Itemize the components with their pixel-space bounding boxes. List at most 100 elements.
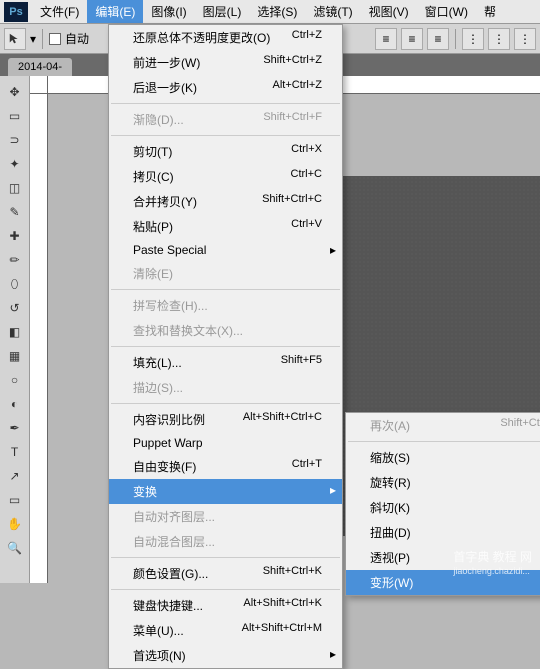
menu-item-shortcut: Alt+Ctrl+Z bbox=[272, 79, 322, 96]
menu-edit[interactable]: 编辑(E) bbox=[87, 0, 143, 23]
distribute-2-button[interactable]: ⋮ bbox=[488, 28, 510, 50]
wand-tool[interactable]: ✦ bbox=[4, 153, 26, 175]
edit-menu-item-1[interactable]: 前进一步(W) Shift+Ctrl+Z bbox=[109, 50, 342, 75]
brush-tool[interactable]: ✏ bbox=[4, 249, 26, 271]
edit-menu-item-22[interactable]: 变换▸ bbox=[109, 479, 342, 504]
move-tool[interactable]: ✥ bbox=[4, 81, 26, 103]
eyedropper-tool[interactable]: ✎ bbox=[4, 201, 26, 223]
edit-menu-item-23: 自动对齐图层... bbox=[109, 504, 342, 529]
crop-tool[interactable]: ◫ bbox=[4, 177, 26, 199]
menu-item-label: Paste Special bbox=[133, 243, 206, 257]
tools-panel: ✥ ▭ ⊃ ✦ ◫ ✎ ✚ ✏ ⬯ ↺ ◧ ▦ ○ ◐ ✒ T ↗ ▭ ✋ 🔍 bbox=[0, 76, 30, 583]
menu-item-label: 透视(P) bbox=[370, 549, 410, 566]
edit-menu-item-8[interactable]: 合并拷贝(Y)Shift+Ctrl+C bbox=[109, 189, 342, 214]
menu-item-label: 渐隐(D)... bbox=[133, 111, 184, 128]
type-tool[interactable]: T bbox=[4, 441, 26, 463]
menu-item-shortcut: Shift+F5 bbox=[281, 354, 322, 371]
edit-menu-item-13: 拼写检查(H)... bbox=[109, 293, 342, 318]
edit-menu-item-20[interactable]: Puppet Warp bbox=[109, 432, 342, 454]
menu-help[interactable]: 帮 bbox=[476, 0, 504, 23]
menu-item-shortcut: Shift+Ctrl+T bbox=[500, 417, 540, 434]
edit-menu-separator bbox=[111, 135, 340, 136]
move-tool-indicator[interactable] bbox=[4, 28, 26, 50]
menu-item-label: 剪切(T) bbox=[133, 143, 172, 160]
menu-item-label: 键盘快捷键... bbox=[133, 597, 203, 614]
history-brush-tool[interactable]: ↺ bbox=[4, 297, 26, 319]
menu-item-shortcut: Alt+Shift+Ctrl+C bbox=[243, 411, 322, 428]
transform-menu-item-2[interactable]: 缩放(S) bbox=[346, 445, 540, 470]
healing-tool[interactable]: ✚ bbox=[4, 225, 26, 247]
hand-tool[interactable]: ✋ bbox=[4, 513, 26, 535]
edit-menu-item-2[interactable]: 后退一步(K)Alt+Ctrl+Z bbox=[109, 75, 342, 100]
edit-menu-item-0[interactable]: 还原总体不透明度更改(O) Ctrl+Z bbox=[109, 25, 342, 50]
menu-item-label: 内容识别比例 bbox=[133, 411, 205, 428]
menu-item-label: 颜色设置(G)... bbox=[133, 565, 208, 582]
transform-menu-item-5[interactable]: 扭曲(D) bbox=[346, 520, 540, 545]
menu-item-shortcut: Alt+Shift+Ctrl+M bbox=[242, 622, 322, 639]
menu-item-label: 粘贴(P) bbox=[133, 218, 173, 235]
shape-tool[interactable]: ▭ bbox=[4, 489, 26, 511]
edit-menu-item-30[interactable]: 首选项(N)▸ bbox=[109, 643, 342, 668]
edit-menu-item-26[interactable]: 颜色设置(G)...Shift+Ctrl+K bbox=[109, 561, 342, 586]
menu-item-label: 自由变换(F) bbox=[133, 458, 196, 475]
menu-select[interactable]: 选择(S) bbox=[249, 0, 305, 23]
menu-item-shortcut: Ctrl+Z bbox=[292, 29, 322, 46]
menu-item-label: 前进一步(W) bbox=[133, 54, 200, 71]
menu-layer[interactable]: 图层(L) bbox=[195, 0, 250, 23]
edit-menu-item-29[interactable]: 菜单(U)... Alt+Shift+Ctrl+M bbox=[109, 618, 342, 643]
pen-tool[interactable]: ✒ bbox=[4, 417, 26, 439]
menu-item-label: 拷贝(C) bbox=[133, 168, 174, 185]
align-center-button[interactable]: ≡ bbox=[401, 28, 423, 50]
ruler-vertical[interactable] bbox=[30, 94, 48, 583]
blur-tool[interactable]: ○ bbox=[4, 369, 26, 391]
eraser-tool[interactable]: ◧ bbox=[4, 321, 26, 343]
menu-image[interactable]: 图像(I) bbox=[143, 0, 194, 23]
edit-menu-item-21[interactable]: 自由变换(F)Ctrl+T bbox=[109, 454, 342, 479]
gradient-tool[interactable]: ▦ bbox=[4, 345, 26, 367]
edit-menu-separator bbox=[111, 346, 340, 347]
menu-window[interactable]: 窗口(W) bbox=[417, 0, 476, 23]
edit-menu-item-28[interactable]: 键盘快捷键... Alt+Shift+Ctrl+K bbox=[109, 593, 342, 618]
menu-item-shortcut: Ctrl+X bbox=[291, 143, 322, 160]
auto-label: 自动 bbox=[65, 30, 89, 47]
dodge-tool[interactable]: ◐ bbox=[4, 393, 26, 415]
menu-item-label: 填充(L)... bbox=[133, 354, 182, 371]
align-left-button[interactable]: ≡ bbox=[375, 28, 397, 50]
document-tab[interactable]: 2014-04- bbox=[8, 58, 72, 76]
transform-menu-item-0: 再次(A)Shift+Ctrl+T bbox=[346, 413, 540, 438]
menu-item-label: 还原总体不透明度更改(O) bbox=[133, 29, 270, 46]
marquee-tool[interactable]: ▭ bbox=[4, 105, 26, 127]
edit-menu-item-9[interactable]: 粘贴(P)Ctrl+V bbox=[109, 214, 342, 239]
menu-item-shortcut: Alt+Shift+Ctrl+K bbox=[243, 597, 322, 614]
path-tool[interactable]: ↗ bbox=[4, 465, 26, 487]
auto-checkbox[interactable] bbox=[49, 33, 61, 45]
distribute-3-button[interactable]: ⋮ bbox=[514, 28, 536, 50]
app-icon: Ps bbox=[4, 2, 28, 22]
menu-item-label: Puppet Warp bbox=[133, 436, 203, 450]
edit-menu-item-17: 描边(S)... bbox=[109, 375, 342, 400]
edit-menu-item-10[interactable]: Paste Special▸ bbox=[109, 239, 342, 261]
menu-item-shortcut: Shift+Ctrl+Z bbox=[263, 54, 322, 71]
transform-menu-item-3[interactable]: 旋转(R) bbox=[346, 470, 540, 495]
lasso-tool[interactable]: ⊃ bbox=[4, 129, 26, 151]
dropdown-arrow-icon[interactable]: ▾ bbox=[30, 32, 36, 46]
menu-item-label: 自动混合图层... bbox=[133, 533, 215, 550]
transform-menu-item-4[interactable]: 斜切(K) bbox=[346, 495, 540, 520]
edit-menu-item-6[interactable]: 剪切(T) Ctrl+X bbox=[109, 139, 342, 164]
menu-item-label: 合并拷贝(Y) bbox=[133, 193, 197, 210]
menu-item-label: 菜单(U)... bbox=[133, 622, 184, 639]
edit-menu-item-16[interactable]: 填充(L)... Shift+F5 bbox=[109, 350, 342, 375]
stamp-tool[interactable]: ⬯ bbox=[4, 273, 26, 295]
menu-item-label: 自动对齐图层... bbox=[133, 508, 215, 525]
edit-menu-separator bbox=[111, 557, 340, 558]
edit-menu-item-19[interactable]: 内容识别比例 Alt+Shift+Ctrl+C bbox=[109, 407, 342, 432]
edit-menu-item-4: 渐隐(D)...Shift+Ctrl+F bbox=[109, 107, 342, 132]
menu-file[interactable]: 文件(F) bbox=[32, 0, 87, 23]
menu-filter[interactable]: 滤镜(T) bbox=[305, 0, 360, 23]
menu-view[interactable]: 视图(V) bbox=[361, 0, 417, 23]
edit-menu-separator bbox=[111, 589, 340, 590]
edit-menu-item-7[interactable]: 拷贝(C)Ctrl+C bbox=[109, 164, 342, 189]
zoom-tool[interactable]: 🔍 bbox=[4, 537, 26, 559]
distribute-1-button[interactable]: ⋮ bbox=[462, 28, 484, 50]
align-right-button[interactable]: ≡ bbox=[427, 28, 449, 50]
